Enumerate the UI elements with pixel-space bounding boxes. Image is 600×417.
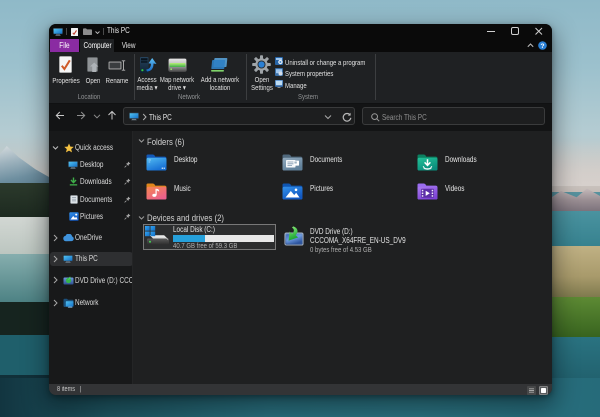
svg-text:?: ? (541, 42, 545, 49)
